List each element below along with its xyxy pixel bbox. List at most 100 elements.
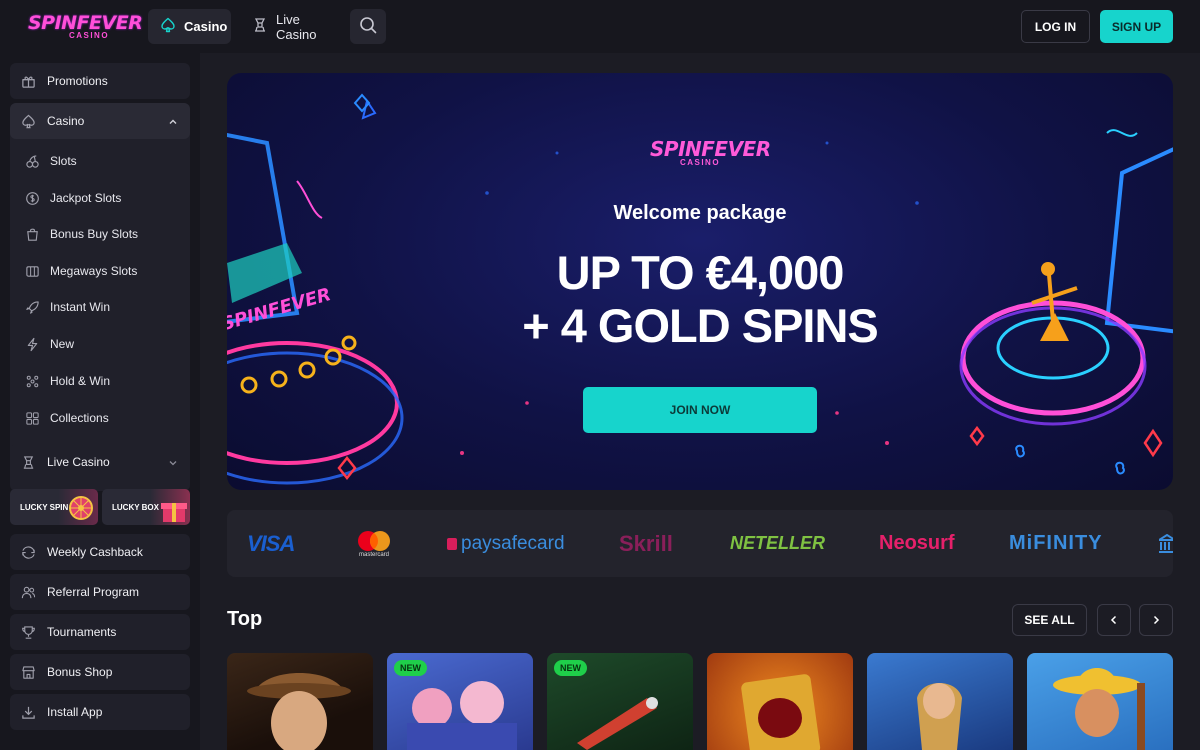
sidebar-item-live-casino[interactable]: Live Casino — [10, 444, 190, 480]
hero-headline-line2: + 4 GOLD SPINS — [522, 299, 879, 352]
sidebar: Promotions Casino Slots Jackpot Slots Bo… — [0, 53, 200, 750]
sidebar-item-label: Referral Program — [47, 585, 140, 599]
hero-banner[interactable]: SPINFEVER SPINFEVER CASINO Welcome packa… — [227, 73, 1173, 490]
search-button[interactable] — [350, 9, 386, 44]
sidebar-sub-hold-and-win[interactable]: Hold & Win — [24, 363, 110, 399]
dots-icon — [24, 373, 40, 389]
mifinity-logo: MiFINITY — [1009, 532, 1103, 554]
sidebar-item-label: Promotions — [47, 74, 108, 88]
mastercard-circles-icon — [358, 530, 390, 551]
sidebar-sub-label: Bonus Buy Slots — [50, 227, 139, 241]
tab-casino[interactable]: Casino — [148, 9, 231, 44]
paysafecard-text: paysafecard — [461, 532, 565, 554]
section-title-top: Top — [227, 608, 263, 630]
game-tile[interactable] — [227, 653, 373, 750]
site-logo[interactable]: SPINFEVER CASINO — [28, 14, 143, 42]
sidebar-item-label: Live Casino — [47, 455, 110, 469]
sidebar-sub-label: Hold & Win — [50, 374, 111, 388]
game-thumbnail — [917, 683, 962, 750]
cherries-icon — [24, 153, 40, 169]
spade-icon — [20, 113, 36, 129]
game-thumbnail — [247, 673, 351, 750]
download-icon — [20, 704, 36, 720]
game-tile[interactable] — [867, 653, 1013, 750]
bank-icon — [1159, 533, 1173, 553]
dealer-icon — [252, 17, 276, 36]
game-thumbnail — [741, 674, 821, 750]
cashback-icon — [20, 544, 36, 560]
slot-icon — [24, 263, 40, 279]
game-tile[interactable] — [707, 653, 853, 750]
sidebar-sub-new[interactable]: New — [24, 326, 74, 362]
prev-button[interactable] — [1097, 604, 1131, 636]
sidebar-sub-label: Collections — [50, 411, 109, 425]
mastercard-logo: mastercard — [354, 510, 394, 577]
gift-icon — [20, 73, 36, 89]
sidebar-sub-jackpot-slots[interactable]: Jackpot Slots — [24, 180, 121, 216]
sidebar-item-casino[interactable]: Casino — [10, 103, 190, 139]
login-button[interactable]: LOG IN — [1021, 10, 1090, 43]
lucky-box-card[interactable]: LUCKY BOX — [102, 489, 190, 525]
sidebar-item-label: Weekly Cashback — [47, 545, 143, 559]
trophy-icon — [20, 624, 36, 640]
sidebar-sub-slots[interactable]: Slots — [24, 143, 77, 179]
game-tile[interactable] — [1027, 653, 1173, 750]
chevron-right-icon — [1153, 615, 1160, 625]
bag-icon — [24, 226, 40, 242]
giftbox-icon — [161, 503, 187, 522]
bank-logo-partial — [1159, 510, 1173, 577]
next-button[interactable] — [1139, 604, 1173, 636]
hero-logo: SPINFEVER CASINO — [650, 137, 771, 167]
chevron-down-icon — [168, 457, 178, 471]
join-now-button[interactable]: JOIN NOW — [583, 387, 817, 433]
signup-button[interactable]: SIGN UP — [1100, 10, 1173, 43]
tab-live-casino[interactable]: Live Casino — [240, 9, 345, 44]
sidebar-sub-megaways-slots[interactable]: Megaways Slots — [24, 253, 137, 289]
sidebar-sub-bonus-buy-slots[interactable]: Bonus Buy Slots — [24, 216, 138, 252]
rocket-icon — [24, 299, 40, 315]
new-badge: NEW — [554, 660, 587, 676]
sidebar-sub-collections[interactable]: Collections — [24, 400, 109, 436]
sidebar-item-referral-program[interactable]: Referral Program — [10, 574, 190, 610]
sidebar-sub-label: Megaways Slots — [50, 264, 138, 278]
sidebar-sub-instant-win[interactable]: Instant Win — [24, 289, 110, 325]
game-tile[interactable]: NEW — [547, 653, 693, 750]
users-icon — [20, 584, 36, 600]
chevron-left-icon — [1110, 615, 1117, 625]
sidebar-item-label: Install App — [47, 705, 103, 719]
neosurf-logo: Neosurf — [879, 532, 955, 554]
sidebar-sub-label: Instant Win — [50, 300, 111, 314]
sidebar-item-bonus-shop[interactable]: Bonus Shop — [10, 654, 190, 690]
neteller-logo: NETELLER — [730, 533, 826, 553]
dealer-icon — [20, 454, 36, 470]
tab-live-casino-label: Live Casino — [276, 11, 317, 42]
lucky-spin-label: LUCKY SPIN — [20, 502, 69, 512]
game-tile[interactable]: NEW — [387, 653, 533, 750]
spade-icon — [160, 17, 184, 36]
sidebar-item-tournaments[interactable]: Tournaments — [10, 614, 190, 650]
lucky-spin-card[interactable]: LUCKY SPIN — [10, 489, 98, 525]
visa-logo: VISA — [247, 530, 295, 556]
top-bar: SPINFEVER CASINO Casino Live Casino LOG … — [0, 0, 1200, 53]
mastercard-text: mastercard — [358, 551, 389, 558]
shop-icon — [20, 664, 36, 680]
sidebar-item-label: Bonus Shop — [47, 665, 113, 679]
sidebar-sub-label: Slots — [50, 154, 77, 168]
sidebar-item-install-app[interactable]: Install App — [10, 694, 190, 730]
hero-subtitle: Welcome package — [613, 202, 787, 224]
coin-icon — [24, 190, 40, 206]
bolt-icon — [24, 336, 40, 352]
see-all-button[interactable]: SEE ALL — [1012, 604, 1087, 636]
new-badge: NEW — [394, 660, 427, 676]
game-thumbnail — [1053, 668, 1145, 750]
sidebar-item-promotions[interactable]: Promotions — [10, 63, 190, 99]
tab-casino-label: Casino — [184, 19, 228, 34]
paysafecard-logo: paysafecard — [447, 510, 565, 577]
lucky-box-label: LUCKY BOX — [112, 502, 159, 512]
payment-methods-strip: VISA mastercard paysafecard Skrill NETEL… — [227, 510, 1173, 577]
sidebar-item-label: Casino — [47, 114, 85, 128]
sidebar-item-weekly-cashback[interactable]: Weekly Cashback — [10, 534, 190, 570]
sidebar-sub-label: New — [50, 337, 75, 351]
sidebar-item-label: Tournaments — [47, 625, 117, 639]
wheel-icon — [69, 496, 93, 520]
